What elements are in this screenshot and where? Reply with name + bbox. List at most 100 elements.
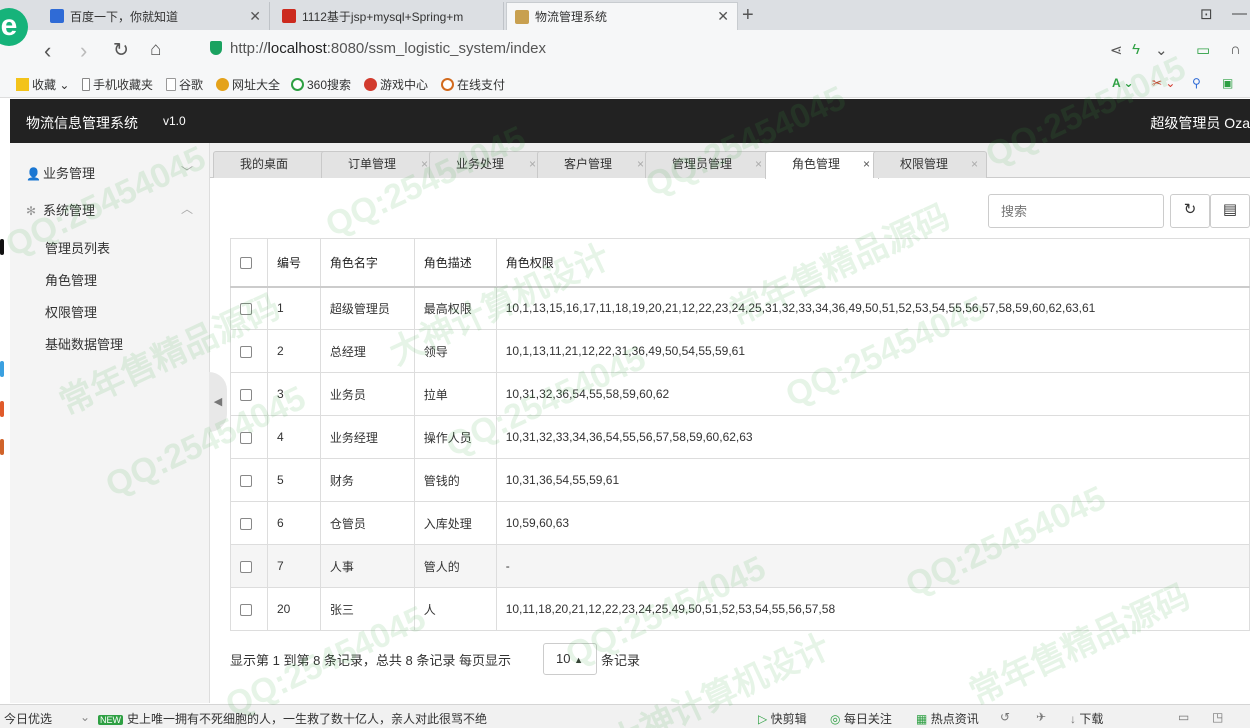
bookmark-sites[interactable]: 网址大全 [216, 76, 280, 93]
status-daily-focus[interactable]: ◎ 每日关注 [830, 710, 892, 727]
sidebar-item-permission-management[interactable]: 权限管理 [45, 302, 97, 321]
lightning-icon[interactable]: ϟ [1132, 41, 1140, 58]
battery-icon[interactable]: ▭ [1196, 41, 1210, 59]
tab-desktop[interactable]: 我的桌面 [213, 151, 327, 178]
table-row[interactable]: 6 仓管员 入库处理 10,59,60,63 [230, 501, 1250, 545]
page-size-select[interactable]: 10 ▲ [543, 643, 597, 675]
close-icon[interactable]: × [863, 152, 870, 176]
close-icon[interactable]: × [755, 152, 762, 176]
current-user-menu[interactable]: 超级管理员 Oza [1150, 113, 1250, 133]
browser-tab-source[interactable]: 1112基于jsp+mysql+Spring+m [272, 2, 504, 30]
reload-icon[interactable]: ↻ [113, 39, 129, 62]
tab-roles[interactable]: 角色管理 × [765, 151, 879, 179]
sidebar-item-role-management[interactable]: 角色管理 [45, 270, 97, 289]
news-ticker[interactable]: NEW 史上唯一拥有不死细胞的人，一生救了数十亿人，亲人对此很骂不绝 [98, 710, 487, 727]
forward-icon[interactable]: › [80, 38, 87, 64]
chevron-down-icon[interactable]: ⌄ [1155, 41, 1168, 59]
cell-role-desc: 入库处理 [413, 501, 497, 545]
status-daily-picks[interactable]: 今日优选 [4, 710, 52, 727]
sidebar-group-system[interactable]: ✻ 系统管理 ︿ [26, 200, 193, 219]
status-downloads[interactable]: ↓ 下载 [1070, 710, 1103, 727]
star-icon [16, 78, 29, 91]
table-row[interactable]: 20 张三 人 10,11,18,20,21,12,22,23,24,25,49… [230, 587, 1250, 631]
bookmark-360[interactable]: 360搜索 [291, 76, 351, 93]
tab-orders[interactable]: 订单管理 × [321, 151, 437, 178]
sidebar-item-base-data[interactable]: 基础数据管理 [45, 334, 123, 353]
close-icon[interactable]: × [529, 152, 536, 176]
close-icon[interactable]: × [421, 152, 428, 176]
game-controller-icon[interactable]: ▣ [1222, 76, 1233, 90]
back-icon[interactable]: ‹ [44, 38, 51, 64]
close-icon[interactable]: ✕ [249, 8, 261, 25]
home-icon[interactable]: ⌂ [150, 39, 161, 61]
row-checkbox[interactable] [240, 517, 252, 530]
sync-icon[interactable]: ↺ [1000, 710, 1010, 724]
search-input[interactable] [988, 194, 1164, 228]
window-icon[interactable]: ▭ [1178, 710, 1189, 724]
bookmark-games[interactable]: 游戏中心 [364, 76, 428, 93]
sidebar-collapse-handle[interactable]: ◀ [209, 372, 227, 432]
column-header-role-permissions[interactable]: 角色权限 [495, 238, 1250, 288]
row-checkbox[interactable] [240, 474, 252, 487]
refresh-button[interactable]: ↻ [1170, 194, 1210, 228]
sidebar-group-business[interactable]: 👤 业务管理 ﹀ [26, 163, 193, 182]
cell-role-desc: 领导 [413, 329, 497, 373]
shirt-icon[interactable]: ⊡ [1200, 5, 1213, 23]
columns-button[interactable]: ▤ [1210, 194, 1250, 228]
sidebar-item-admin-list[interactable]: 管理员列表 [45, 238, 110, 257]
cell-role-desc: 人 [413, 587, 497, 631]
search-icon[interactable]: ⚲ [1192, 76, 1201, 90]
minimize-icon[interactable]: — [1232, 5, 1247, 22]
table-row[interactable]: 4 业务经理 操作人员 10,31,32,33,34,36,54,55,56,5… [230, 415, 1250, 459]
zoom-icon[interactable]: ◳ [1212, 710, 1223, 724]
row-checkbox[interactable] [240, 303, 252, 316]
tools-icon[interactable]: ✂ ⌄ [1152, 76, 1175, 90]
close-icon[interactable]: × [637, 152, 644, 176]
bookmark-favorites[interactable]: 收藏 ⌄ [16, 76, 69, 93]
status-quick-edit[interactable]: ▷ 快剪辑 [758, 710, 807, 727]
close-icon[interactable]: ✕ [717, 8, 729, 25]
status-hot-news[interactable]: ▦ 热点资讯 [916, 710, 979, 727]
translate-icon[interactable]: A ⌄ [1112, 76, 1134, 90]
new-badge: NEW [98, 715, 123, 725]
row-checkbox[interactable] [240, 345, 252, 358]
tab-permissions[interactable]: 权限管理 × [873, 151, 987, 178]
row-checkbox[interactable] [240, 431, 252, 444]
column-header-id[interactable]: 编号 [266, 238, 321, 288]
browser-tab-baidu[interactable]: 百度一下，你就知道 ✕ [30, 2, 270, 30]
cell-id: 20 [266, 587, 321, 631]
browser-tab-bar: 百度一下，你就知道 ✕ 1112基于jsp+mysql+Spring+m 物流管… [0, 0, 1250, 30]
bookmark-mobile[interactable]: 手机收藏夹 [82, 76, 153, 93]
tab-business[interactable]: 业务处理 × [429, 151, 545, 178]
table-row[interactable]: 1 超级管理员 最高权限 10,1,13,15,16,17,11,18,19,2… [230, 286, 1250, 330]
bookmark-google[interactable]: 谷歌 [166, 76, 203, 93]
tab-admins[interactable]: 管理员管理 × [645, 151, 771, 178]
row-checkbox[interactable] [240, 560, 252, 573]
column-header-role-name[interactable]: 角色名字 [319, 238, 415, 288]
chevron-down-icon[interactable]: ⌄ [80, 710, 90, 724]
cell-role-desc: 操作人员 [413, 415, 497, 459]
browser-tab-logistics[interactable]: 物流管理系统 ✕ [506, 2, 738, 30]
pin-icon[interactable]: ✈ [1036, 710, 1046, 724]
table-row[interactable]: 2 总经理 领导 10,1,13,11,21,12,22,31,36,49,50… [230, 329, 1250, 373]
bookmark-pay[interactable]: 在线支付 [441, 76, 505, 93]
url-field[interactable]: http://localhost:8080/ssm_logistic_syste… [230, 40, 546, 57]
table-row[interactable]: 3 业务员 拉单 10,31,32,36,54,55,58,59,60,62 [230, 372, 1250, 416]
cell-id: 2 [266, 329, 321, 373]
row-checkbox-cell [230, 501, 268, 545]
close-icon[interactable]: × [971, 152, 978, 176]
chevron-up-icon: ︿ [181, 202, 194, 216]
cell-role-permissions: - [495, 544, 1250, 588]
headphones-icon[interactable]: ∩ [1230, 41, 1241, 58]
tab-customers[interactable]: 客户管理 × [537, 151, 653, 178]
new-tab-icon[interactable]: + [742, 4, 754, 27]
row-checkbox[interactable] [240, 388, 252, 401]
table-row[interactable]: 5 财务 管钱的 10,31,36,54,55,59,61 [230, 458, 1250, 502]
app-tab-strip: 我的桌面 订单管理 × 业务处理 × 客户管理 × 管理员管理 × 角色管理 × 权限管理… [210, 143, 1250, 179]
table-row[interactable]: 7 人事 管人的 - [230, 544, 1250, 588]
row-checkbox-cell [230, 372, 268, 416]
share-icon[interactable]: ⋖ [1110, 41, 1123, 59]
row-checkbox[interactable] [240, 603, 252, 616]
select-all-checkbox[interactable] [240, 257, 252, 270]
column-header-role-desc[interactable]: 角色描述 [413, 238, 497, 288]
